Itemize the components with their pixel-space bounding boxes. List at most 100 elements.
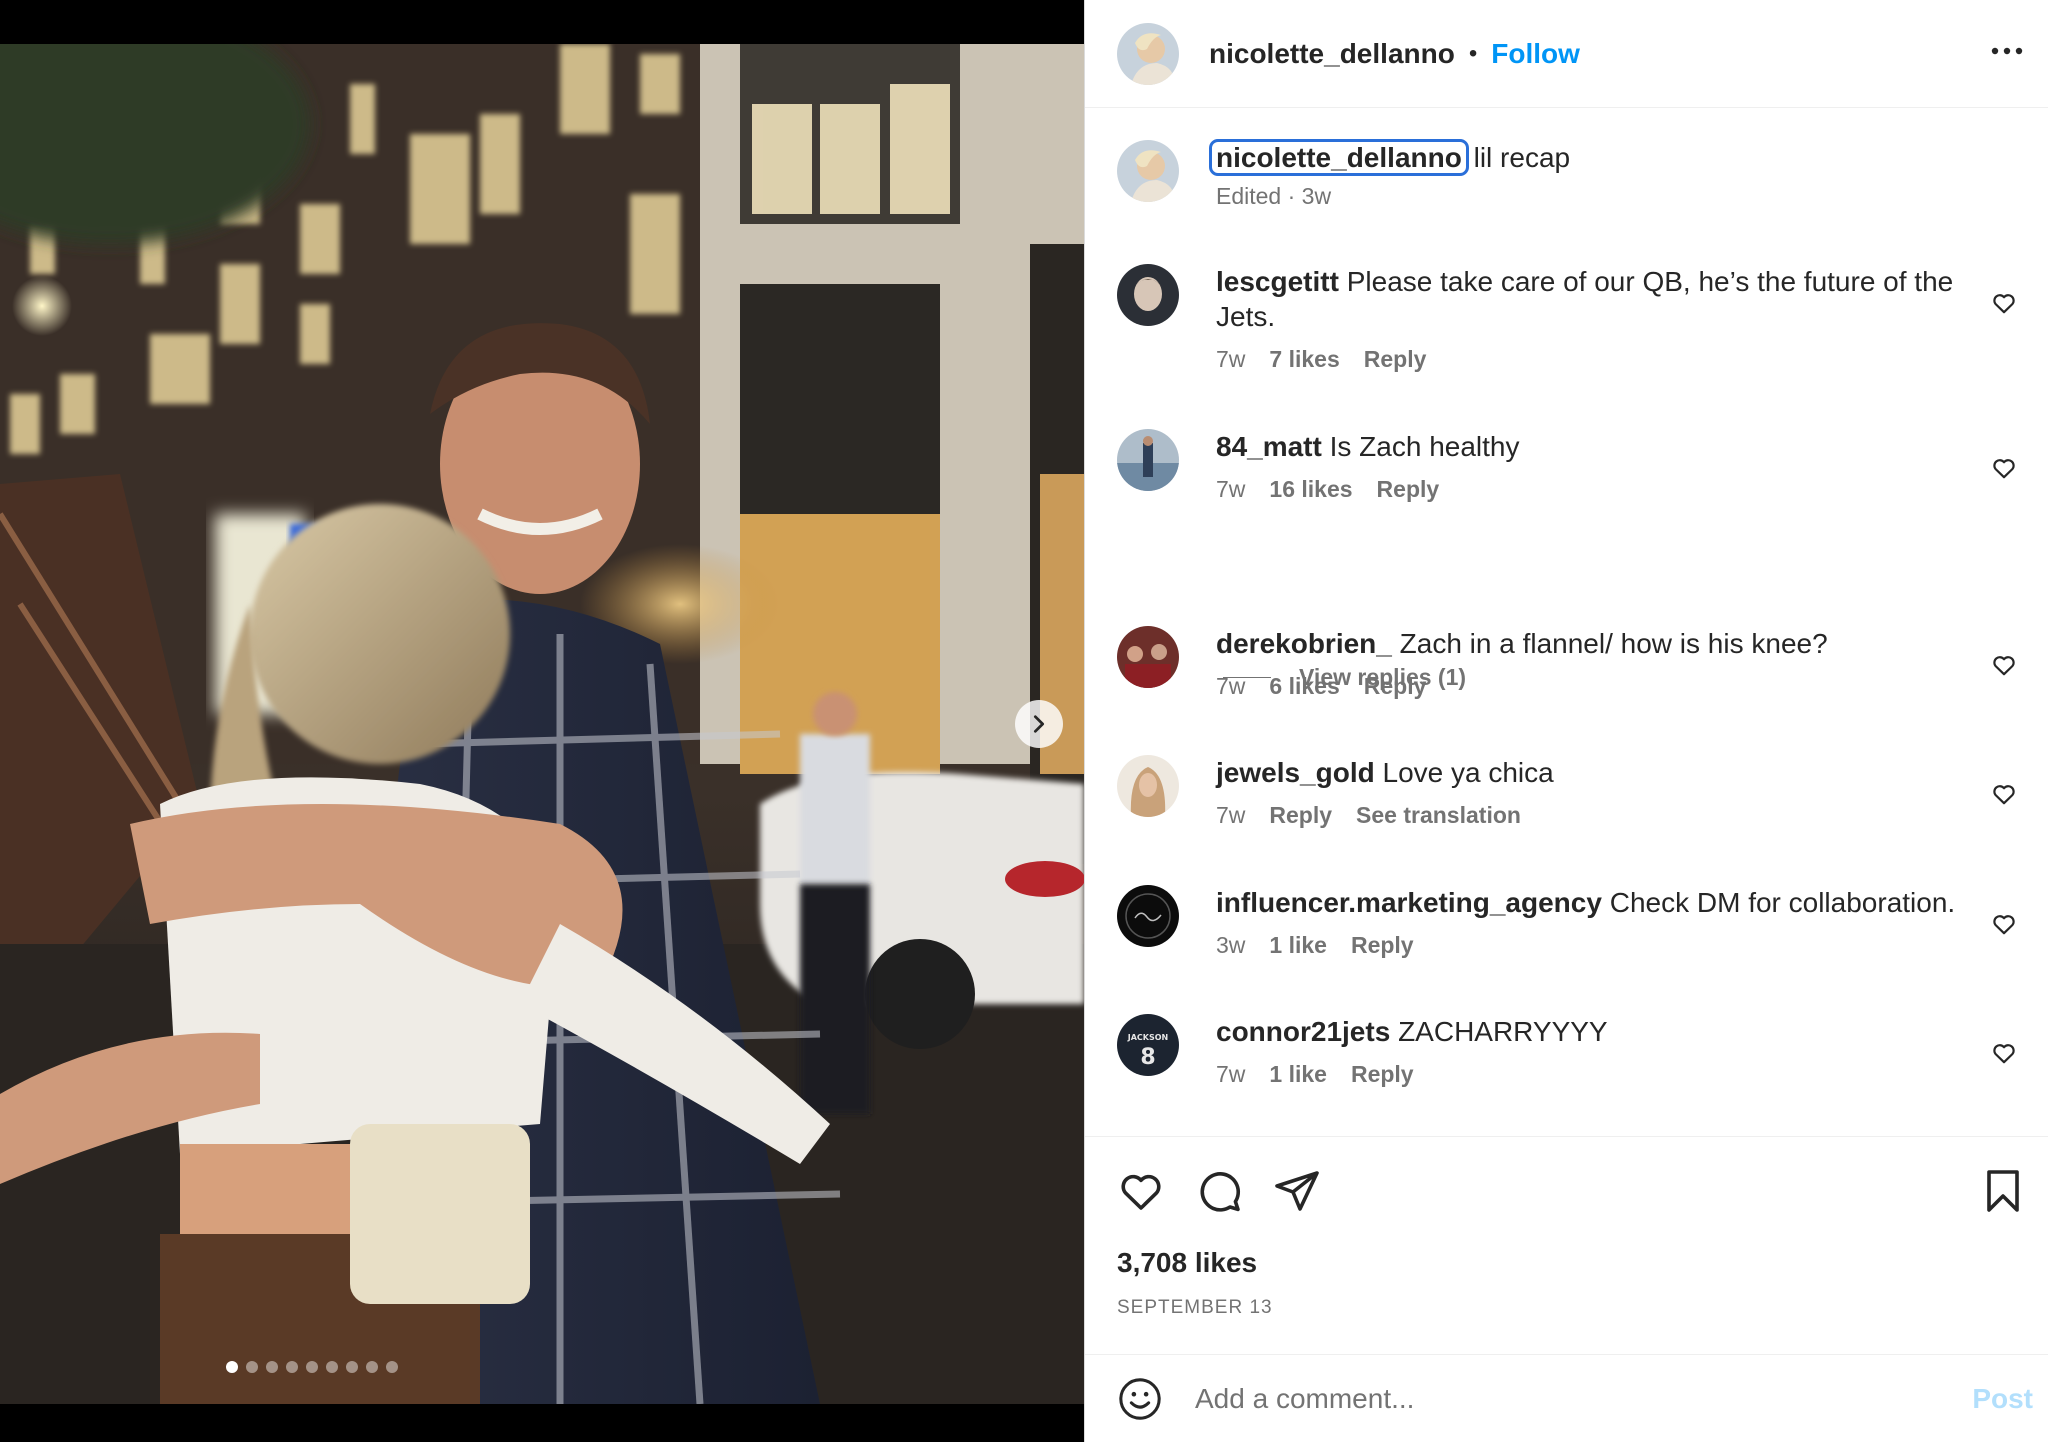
caption-meta: Edited · 3w	[1216, 183, 1976, 210]
media-pane	[0, 0, 1084, 1442]
send-icon[interactable]	[1273, 1167, 1321, 1215]
heart-icon[interactable]	[1991, 781, 2017, 807]
comment-text: jewels_gold Love ya chica	[1216, 755, 1976, 790]
next-slide-button[interactable]	[1015, 700, 1063, 748]
post-header: nicolette_dellanno • Follow	[1085, 0, 2048, 108]
header-separator: •	[1468, 39, 1478, 67]
comment-body: connor21jets ZACHARRYYYY 7w 1 like Reply	[1216, 1014, 1976, 1088]
caption-text: nicolette_dellanno lil recap	[1209, 139, 1976, 176]
comment-text: derekobrien_ Zach in a flannel/ how is h…	[1216, 626, 1976, 661]
reply-button[interactable]: Reply	[1351, 1061, 1414, 1088]
comment-input[interactable]	[1195, 1382, 1955, 1415]
carousel-dot	[346, 1361, 358, 1373]
reply-button[interactable]: Reply	[1377, 476, 1440, 503]
comment-time: 3w	[1216, 932, 1246, 958]
comment-likes[interactable]: 6 likes	[1269, 673, 1339, 700]
author-avatar[interactable]	[1117, 140, 1179, 202]
carousel-dot	[226, 1361, 238, 1373]
reply-button[interactable]: Reply	[1269, 802, 1332, 829]
comment-likes[interactable]: 1 like	[1269, 932, 1327, 959]
comment-username[interactable]: connor21jets	[1216, 1016, 1390, 1047]
comment-body: lescgetitt Please take care of our QB, h…	[1216, 264, 1976, 373]
comment-content: Zach in a flannel/ how is his knee?	[1399, 628, 1828, 659]
likes-count[interactable]: 3,708 likes	[1117, 1247, 1257, 1279]
carousel-dot	[386, 1361, 398, 1373]
comment-likes[interactable]: 1 like	[1269, 1061, 1327, 1088]
comment-meta: 7w 7 likes Reply	[1216, 346, 1976, 373]
carousel-dot	[286, 1361, 298, 1373]
commenter-avatar[interactable]: JACKSON 8	[1117, 1014, 1179, 1076]
comment-body: 84_matt Is Zach healthy 7w 16 likes Repl…	[1216, 429, 1976, 503]
comment-body: jewels_gold Love ya chica 7w Reply See t…	[1216, 755, 1976, 829]
emoji-icon[interactable]	[1117, 1376, 1163, 1422]
comment-content: Is Zach healthy	[1329, 431, 1520, 462]
commenter-avatar[interactable]	[1117, 626, 1179, 688]
reply-button[interactable]: Reply	[1351, 932, 1414, 959]
comment-meta: 7w 1 like Reply	[1216, 1061, 1976, 1088]
comment-body: derekobrien_ Zach in a flannel/ how is h…	[1216, 626, 1976, 700]
heart-icon[interactable]	[1991, 911, 2017, 937]
follow-button[interactable]: Follow	[1491, 38, 1580, 70]
caption-timestamp: Edited · 3w	[1216, 183, 1332, 209]
comment-text: influencer.marketing_agency Check DM for…	[1216, 885, 1976, 920]
carousel-dot	[266, 1361, 278, 1373]
avatar-jersey-name: JACKSON	[1127, 1033, 1169, 1042]
comment-content: Love ya chica	[1382, 757, 1554, 788]
comment-likes[interactable]: 7 likes	[1269, 346, 1339, 373]
commenter-avatar[interactable]	[1117, 755, 1179, 817]
comment-time: 7w	[1216, 802, 1246, 828]
heart-icon[interactable]	[1117, 1167, 1165, 1215]
author-username[interactable]: nicolette_dellanno	[1209, 38, 1455, 70]
comment-icon[interactable]	[1195, 1167, 1243, 1215]
carousel-dot	[306, 1361, 318, 1373]
comment-likes[interactable]: 16 likes	[1269, 476, 1352, 503]
post-modal: nicolette_dellanno • Follow nicolette_de…	[0, 0, 2048, 1442]
heart-icon[interactable]	[1991, 652, 2017, 678]
more-options-icon[interactable]	[1987, 36, 2027, 66]
post-date: SEPTEMBER 13	[1117, 1297, 1273, 1318]
post-actions: 3,708 likes SEPTEMBER 13	[1085, 1136, 2048, 1356]
heart-icon[interactable]	[1991, 455, 2017, 481]
comment-time: 7w	[1216, 476, 1246, 502]
comment-time: 7w	[1216, 673, 1246, 699]
comment-username[interactable]: lescgetitt	[1216, 266, 1339, 297]
comment-username[interactable]: derekobrien_	[1216, 628, 1392, 659]
comment-content: ZACHARRYYYY	[1398, 1016, 1608, 1047]
comment-body: influencer.marketing_agency Check DM for…	[1216, 885, 1976, 959]
carousel-dot	[246, 1361, 258, 1373]
post-comment-button[interactable]: Post	[1972, 1383, 2033, 1415]
comment-time: 7w	[1216, 1061, 1246, 1087]
comment-content: Check DM for collaboration.	[1609, 887, 1956, 918]
comment-username[interactable]: jewels_gold	[1216, 757, 1375, 788]
comment-time: 7w	[1216, 346, 1246, 372]
comment-text: lescgetitt Please take care of our QB, h…	[1216, 264, 1976, 334]
reply-button[interactable]: Reply	[1364, 346, 1427, 373]
bookmark-icon[interactable]	[1979, 1167, 2027, 1215]
carousel-dot	[366, 1361, 378, 1373]
comment-username[interactable]: 84_matt	[1216, 431, 1322, 462]
commenter-avatar[interactable]	[1117, 264, 1179, 326]
author-avatar[interactable]	[1117, 22, 1179, 85]
caption-content: lil recap	[1473, 142, 1571, 173]
avatar-jersey-number: 8	[1140, 1045, 1155, 1070]
comment-text: 84_matt Is Zach healthy	[1216, 429, 1976, 464]
comment-meta: 3w 1 like Reply	[1216, 932, 1976, 959]
commenter-avatar[interactable]	[1117, 885, 1179, 947]
heart-icon[interactable]	[1991, 1040, 2017, 1066]
see-translation-button[interactable]: See translation	[1356, 802, 1521, 829]
heart-icon[interactable]	[1991, 290, 2017, 316]
chevron-right-icon	[1033, 715, 1045, 733]
caption-username[interactable]: nicolette_dellanno	[1209, 139, 1469, 176]
night-street-photo	[0, 44, 1084, 1404]
comment-meta: 7w 16 likes Reply	[1216, 476, 1976, 503]
carousel-dot	[326, 1361, 338, 1373]
comments-list[interactable]: nicolette_dellanno lil recap Edited · 3w	[1085, 108, 2048, 1136]
comment-meta: 7w 6 likes Reply	[1216, 673, 1976, 700]
carousel-indicator	[0, 1361, 1084, 1373]
post-photo[interactable]	[0, 44, 1084, 1404]
comment-username[interactable]: influencer.marketing_agency	[1216, 887, 1602, 918]
post-sidebar: nicolette_dellanno • Follow nicolette_de…	[1084, 0, 2048, 1442]
caption-body: nicolette_dellanno lil recap Edited · 3w	[1209, 139, 1976, 210]
reply-button[interactable]: Reply	[1364, 673, 1427, 700]
commenter-avatar[interactable]	[1117, 429, 1179, 491]
